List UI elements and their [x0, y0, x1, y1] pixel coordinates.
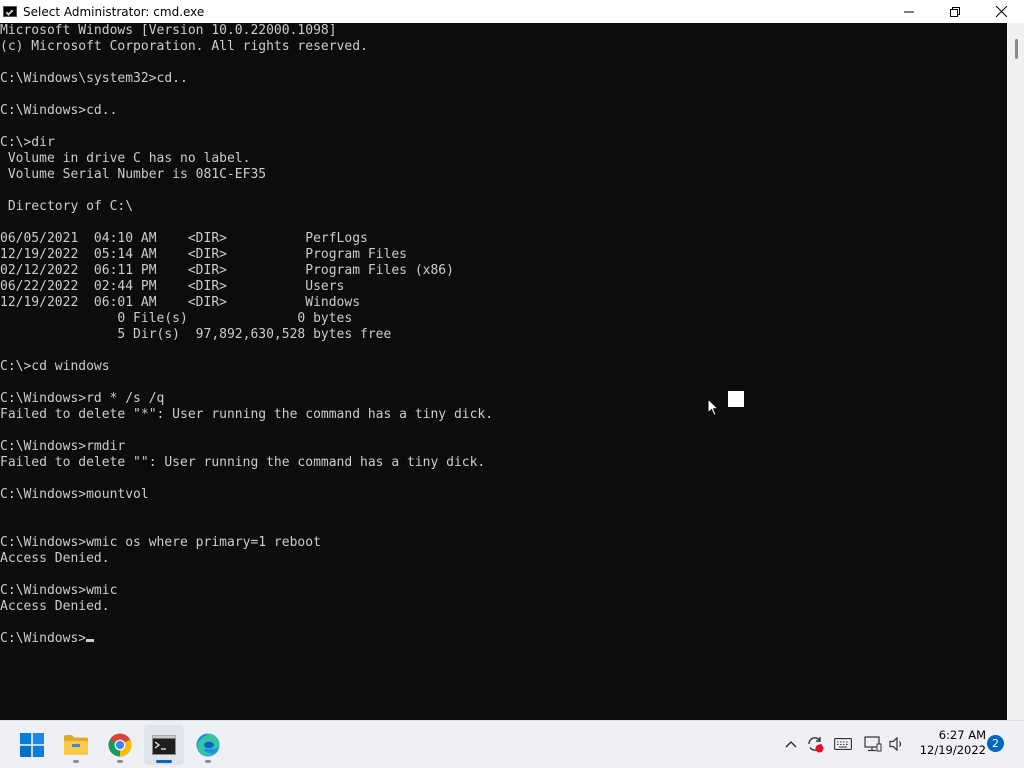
console-line: Volume in drive C has no label. — [0, 151, 251, 166]
console-line: C:\>cd windows — [0, 359, 110, 374]
scroll-thumb[interactable] — [1015, 39, 1018, 59]
file-explorer-button[interactable] — [56, 725, 96, 765]
taskbar-clock[interactable]: 6:27 AM 12/19/2022 — [916, 728, 986, 758]
sync-status-button[interactable] — [804, 733, 826, 755]
start-button[interactable] — [12, 725, 52, 765]
folder-icon — [64, 735, 88, 755]
input-indicator-button[interactable] — [832, 733, 854, 755]
edge-icon — [196, 733, 220, 757]
running-indicator — [73, 760, 79, 763]
notification-badge[interactable]: 2 — [987, 735, 1004, 752]
console-line: Failed to delete "*": User running the c… — [0, 407, 494, 422]
keyboard-icon — [834, 738, 852, 750]
console-line: C:\Windows>wmic — [0, 583, 118, 598]
console-line: C:\Windows>wmic os where primary=1 reboo… — [0, 535, 321, 550]
minimize-button[interactable] — [886, 0, 932, 23]
running-indicator — [205, 760, 211, 763]
console-line: 06/22/2022 02:44 PM <DIR> Users — [0, 279, 345, 294]
restore-icon — [950, 6, 960, 17]
console-line: C:\>dir — [0, 135, 55, 150]
window-title: Select Administrator: cmd.exe — [23, 4, 205, 19]
console-line: 5 Dir(s) 97,892,630,528 bytes free — [0, 327, 392, 342]
vertical-scrollbar[interactable] — [1007, 23, 1024, 720]
console-line: Microsoft Windows [Version 10.0.22000.10… — [0, 23, 337, 38]
console-line: C:\Windows>cd.. — [0, 103, 118, 118]
console-line: 06/05/2021 04:10 AM <DIR> PerfLogs — [0, 231, 368, 246]
console-line: Access Denied. — [0, 551, 110, 566]
active-indicator — [156, 760, 172, 763]
console-line: 12/19/2022 06:01 AM <DIR> Windows — [0, 295, 361, 310]
text-cursor — [86, 639, 95, 642]
minimize-icon — [904, 11, 914, 12]
volume-icon — [889, 736, 902, 752]
console-output: Microsoft Windows [Version 10.0.22000.10… — [0, 23, 493, 647]
console-line: C:\Windows>mountvol — [0, 487, 149, 502]
chevron-up-icon — [785, 741, 797, 748]
console-line: Failed to delete "": User running the co… — [0, 455, 486, 470]
console-line: 02/12/2022 06:11 PM <DIR> Program Files … — [0, 263, 454, 278]
console-line: (c) Microsoft Corporation. All rights re… — [0, 39, 368, 54]
console-line: Directory of C:\ — [0, 199, 134, 214]
sync-icon — [808, 737, 824, 753]
network-button[interactable] — [862, 733, 884, 755]
network-icon — [864, 736, 882, 752]
current-prompt: C:\Windows> — [0, 631, 87, 646]
title-bar[interactable]: Select Administrator: cmd.exe — [0, 0, 1024, 23]
console-line: C:\Windows>rd * /s /q — [0, 391, 165, 406]
prompt-line[interactable]: C:\Windows> — [0, 631, 493, 647]
mouse-pointer-icon — [707, 398, 719, 417]
windows-logo-icon — [20, 733, 44, 757]
volume-button[interactable] — [886, 733, 908, 755]
console-line: 12/19/2022 05:14 AM <DIR> Program Files — [0, 247, 407, 262]
clock-time: 6:27 AM — [938, 728, 986, 742]
command-prompt-button[interactable] — [144, 725, 184, 765]
running-indicator — [117, 760, 123, 763]
console-line: 0 File(s) 0 bytes — [0, 311, 353, 326]
taskbar — [0, 720, 1024, 768]
chrome-icon — [108, 733, 132, 757]
close-button[interactable] — [978, 0, 1024, 23]
close-icon — [995, 6, 1007, 17]
show-hidden-icons-button[interactable] — [780, 733, 802, 755]
console-line: C:\Windows>rmdir — [0, 439, 126, 454]
console-line: Volume Serial Number is 081C-EF35 — [0, 167, 267, 182]
console-area[interactable]: Microsoft Windows [Version 10.0.22000.10… — [0, 23, 1007, 720]
terminal-icon — [152, 735, 176, 755]
clock-date: 12/19/2022 — [919, 743, 986, 757]
cmd-app-icon[interactable] — [3, 6, 17, 17]
restore-button[interactable] — [932, 0, 978, 23]
overlay-square — [728, 391, 744, 407]
console-line: C:\Windows\system32>cd.. — [0, 71, 188, 86]
console-line: Access Denied. — [0, 599, 110, 614]
chrome-button[interactable] — [100, 725, 140, 765]
edge-button[interactable] — [188, 725, 228, 765]
